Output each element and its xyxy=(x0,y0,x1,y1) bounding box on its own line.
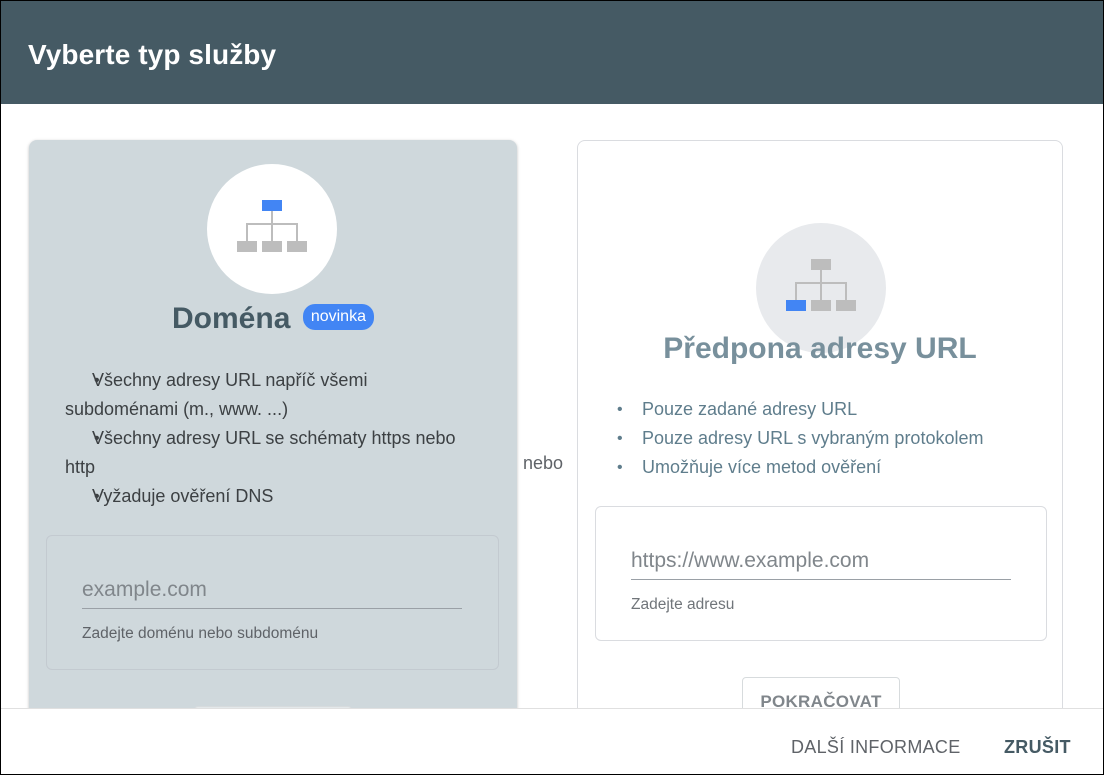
list-item: Pouze zadané adresy URL xyxy=(615,395,1035,424)
dialog-title: Vyberte typ služby xyxy=(28,39,277,70)
url-input[interactable] xyxy=(631,549,1011,580)
domain-input-helper: Zadejte doménu nebo subdoménu xyxy=(82,625,319,642)
cancel-button[interactable]: ZRUŠIT xyxy=(1004,737,1071,758)
url-prefix-title: Předpona adresy URL xyxy=(663,332,977,365)
domain-icon-circle xyxy=(207,164,337,294)
more-info-button[interactable]: DALŠÍ INFORMACE xyxy=(791,737,961,758)
sitemap-icon xyxy=(237,200,307,252)
dialog-footer: DALŠÍ INFORMACE ZRUŠIT xyxy=(1,708,1103,774)
url-prefix-card[interactable]: Předpona adresy URL Pouze zadané adresy … xyxy=(577,140,1063,774)
domain-input[interactable] xyxy=(82,578,462,609)
dialog-header: Vyberte typ služby xyxy=(1,1,1103,104)
list-item: Všechny adresy URL napříč všemi subdomén… xyxy=(65,366,485,424)
url-prefix-title-row: Předpona adresy URL xyxy=(578,332,1062,366)
domain-card[interactable]: Doména novinka Všechny adresy URL napříč… xyxy=(29,140,517,774)
url-input-container: Zadejte adresu xyxy=(595,506,1047,641)
domain-title: Doména xyxy=(172,302,291,335)
list-item: Vyžaduje ověření DNS xyxy=(65,482,485,511)
list-item: Všechny adresy URL se schématy https neb… xyxy=(65,424,485,482)
new-badge: novinka xyxy=(302,304,374,330)
url-prefix-features-list: Pouze zadané adresy URL Pouze adresy URL… xyxy=(615,395,1035,482)
domain-input-container: Zadejte doménu nebo subdoménu xyxy=(46,535,499,670)
list-item: Pouze adresy URL s vybraným protokolem xyxy=(615,424,1035,453)
or-separator: nebo xyxy=(523,453,564,473)
domain-title-row: Doména novinka xyxy=(29,302,517,336)
domain-features-list: Všechny adresy URL napříč všemi subdomén… xyxy=(65,366,485,511)
dialog: Vyberte typ služby Doména novinka Všechn… xyxy=(0,0,1104,775)
list-item: Umožňuje více metod ověření xyxy=(615,453,1035,482)
url-input-helper: Zadejte adresu xyxy=(631,596,735,613)
